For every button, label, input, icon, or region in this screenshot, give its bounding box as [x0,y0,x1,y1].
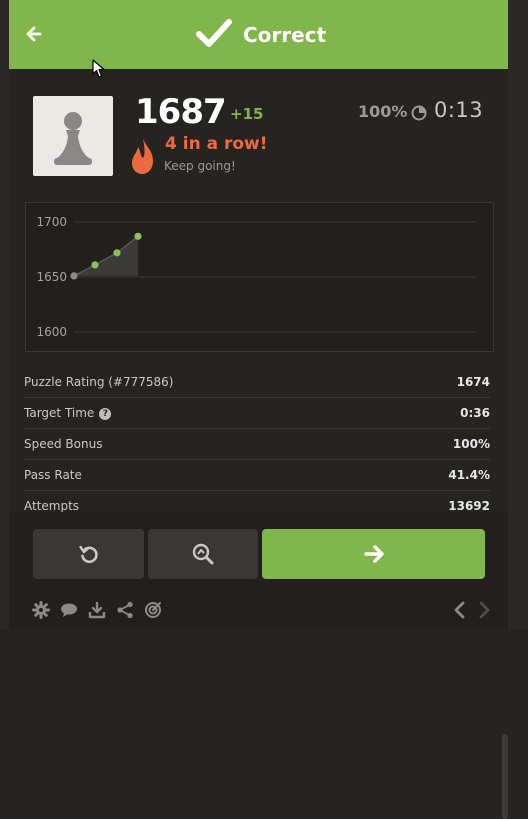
back-arrow-icon[interactable] [23,23,45,45]
y-tick-label: 1600 [36,325,67,339]
stat-label: Pass Rate [24,468,82,482]
chevron-right-icon[interactable] [475,600,493,620]
retry-button[interactable] [33,529,144,579]
y-tick-label: 1650 [36,270,67,284]
stat-label: Target Time [24,406,95,420]
pawn-avatar [33,96,113,176]
timer-value: 0:13 [434,98,484,122]
checkmark-icon [195,18,233,52]
pawn-icon [54,112,92,165]
series-area [74,236,138,276]
scrollbar[interactable] [502,734,508,819]
player-rating: 1687 [135,92,227,132]
share-icon[interactable] [115,600,135,620]
mouse-cursor-icon [92,59,106,79]
data-point [134,232,142,240]
stat-value: 1674 [456,375,490,389]
rating-chart-svg: 1600 1650 1700 [36,215,476,339]
stat-value: 41.4% [448,468,490,482]
target-icon[interactable] [143,600,163,620]
correct-status: Correct [195,18,326,52]
stat-value: 0:36 [460,406,490,420]
stat-row-pass-rate: Pass Rate 41.4% [24,460,490,491]
chevron-left-icon[interactable] [451,600,469,620]
stat-value: 13692 [448,499,490,513]
right-border [508,0,528,629]
streak-text: 4 in a row! [165,134,268,154]
stat-row-rating: Puzzle Rating (#777586) 1674 [24,367,490,398]
flame-icon [129,136,157,176]
y-tick-label: 1700 [36,215,67,229]
analysis-icon [192,543,214,565]
action-bar [9,512,508,629]
rating-delta: +15 [230,105,264,123]
puzzle-panel: Correct 1687 +15 4 in a row! Keep going!… [9,0,508,819]
next-puzzle-button[interactable] [262,529,485,579]
accuracy-value: 100% [358,102,408,121]
retry-icon [78,545,98,564]
stat-row-speed-bonus: Speed Bonus 100% [24,429,490,460]
chat-icon[interactable] [59,600,79,620]
download-icon[interactable] [87,600,107,620]
result-header: Correct [9,0,508,69]
puzzle-stats: Puzzle Rating (#777586) 1674 Target Time… [24,367,508,819]
gear-icon[interactable] [31,600,51,620]
stat-label: Attempts [24,499,80,513]
stat-label-target-time: Target Time? [24,406,112,420]
rating-chart: 1600 1650 1700 [25,202,494,352]
stat-label: Puzzle Rating (#777586) [24,375,174,389]
help-icon[interactable]: ? [99,408,112,420]
data-point [70,272,78,280]
analysis-button[interactable] [148,529,258,579]
arrow-right-icon [363,545,384,563]
stat-row-target-time: Target Time? 0:36 [24,398,490,429]
data-point [91,261,99,269]
data-point [113,249,121,257]
status-label: Correct [243,23,327,47]
stat-label: Speed Bonus [24,437,103,451]
left-border [0,0,9,629]
streak-subtext: Keep going! [164,159,236,173]
stat-value: 100% [452,437,490,451]
footer-toolbar [31,600,163,620]
clock-icon [411,105,427,121]
